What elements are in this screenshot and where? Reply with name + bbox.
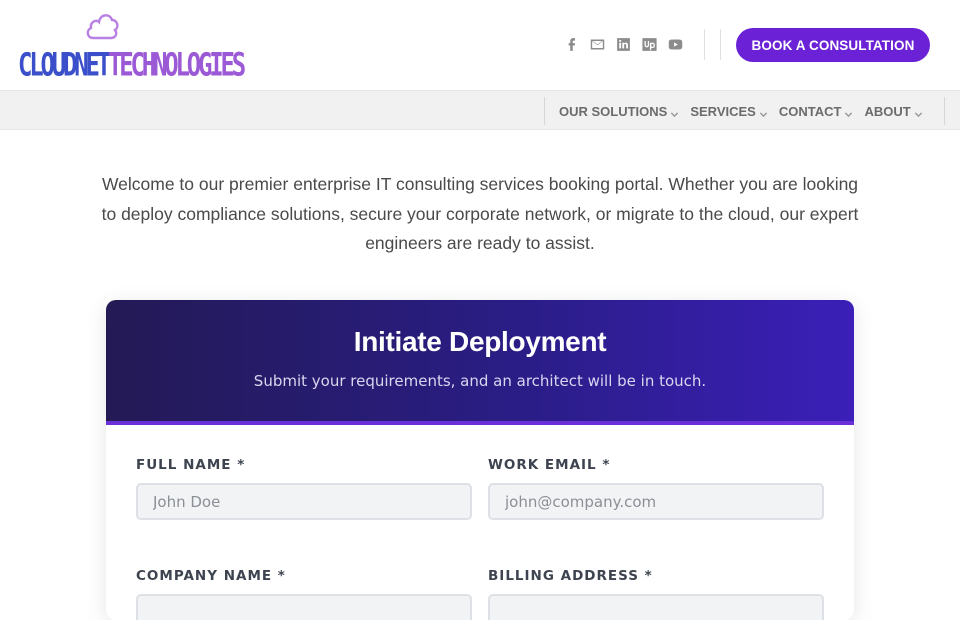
company-name-label: COMPANY NAME *: [136, 568, 286, 584]
header-divider: [704, 29, 705, 60]
chevron-down-icon: [670, 107, 679, 117]
company-logo[interactable]: CLOUDNETTECHNOLOGIES: [18, 8, 246, 84]
chevron-down-icon: [759, 107, 768, 117]
billing-address-label: BILLING ADDRESS *: [488, 568, 653, 584]
company-name-input[interactable]: [136, 594, 472, 620]
full-name-label: FULL NAME *: [136, 457, 246, 473]
form-header: Initiate Deployment Submit your requirem…: [106, 300, 854, 425]
nav-item-our-solutions[interactable]: OUR SOLUTIONS: [559, 104, 679, 119]
logo-text-part1: CLOUDNET: [18, 46, 111, 84]
logo-wordmark: CLOUDNETTECHNOLOGIES: [18, 46, 246, 84]
nav-items: OUR SOLUTIONS SERVICES CONTACT ABOUT: [559, 91, 923, 131]
upwork-icon[interactable]: [640, 35, 658, 53]
form-subtitle: Submit your requirements, and an archite…: [253, 372, 707, 390]
nav-item-label: OUR SOLUTIONS: [559, 103, 668, 119]
nav-item-services[interactable]: SERVICES: [690, 104, 768, 119]
book-consultation-button[interactable]: BOOK A CONSULTATION: [736, 28, 930, 62]
social-links: [562, 33, 684, 55]
nav-item-label: SERVICES: [690, 103, 756, 119]
full-name-input[interactable]: [136, 483, 472, 520]
work-email-input[interactable]: [488, 483, 824, 520]
deployment-form-card: Initiate Deployment Submit your requirem…: [106, 300, 854, 620]
cloud-logo-icon: [86, 14, 119, 40]
linkedin-icon[interactable]: [614, 35, 632, 53]
nav-item-contact[interactable]: CONTACT: [779, 104, 854, 119]
nav-divider: [944, 97, 945, 125]
chevron-down-icon: [844, 107, 853, 117]
youtube-icon[interactable]: [666, 35, 684, 53]
billing-address-input[interactable]: [488, 594, 824, 620]
header-divider: [720, 29, 721, 60]
site-header: CLOUDNETTECHNOLOGIES BOOK A CONSULTATION: [0, 0, 960, 90]
intro-text: Welcome to our premier enterprise IT con…: [101, 174, 859, 253]
nav-item-about[interactable]: ABOUT: [864, 104, 922, 119]
nav-item-label: CONTACT: [778, 103, 842, 119]
nav-item-label: ABOUT: [864, 103, 911, 119]
email-icon[interactable]: [588, 35, 606, 53]
logo-text-part2: TECHNOLOGIES: [108, 46, 246, 84]
chevron-down-icon: [914, 107, 923, 117]
work-email-label: WORK EMAIL *: [488, 457, 611, 473]
form-title: Initiate Deployment: [353, 326, 607, 357]
facebook-icon[interactable]: [562, 35, 580, 53]
nav-divider: [544, 97, 545, 125]
main-nav: OUR SOLUTIONS SERVICES CONTACT ABOUT: [0, 90, 960, 130]
